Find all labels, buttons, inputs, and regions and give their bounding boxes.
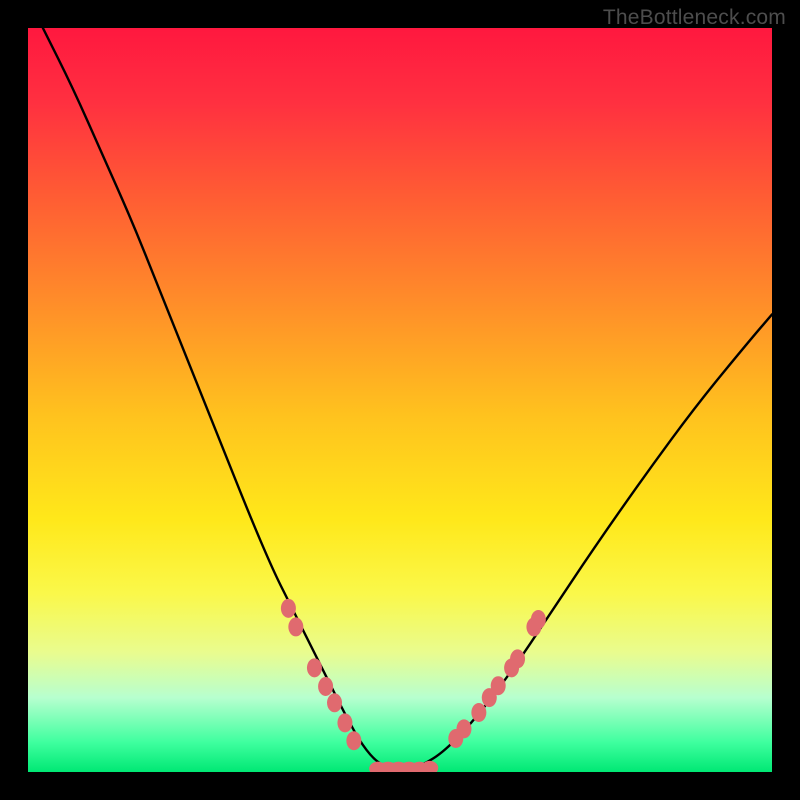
marker-right <box>491 676 506 695</box>
marker-right <box>456 719 471 738</box>
marker-left <box>327 693 342 712</box>
marker-left <box>318 677 333 696</box>
gradient-background <box>28 28 772 772</box>
marker-left <box>307 658 322 677</box>
watermark-text: TheBottleneck.com <box>603 6 786 30</box>
marker-right <box>510 649 525 668</box>
marker-right <box>531 610 546 629</box>
marker-left <box>288 617 303 636</box>
marker-right <box>471 703 486 722</box>
chart-plot-area <box>28 28 772 772</box>
chart-svg <box>28 28 772 772</box>
marker-left <box>346 731 361 750</box>
marker-left <box>337 713 352 732</box>
chart-frame: TheBottleneck.com <box>0 0 800 800</box>
marker-left <box>281 599 296 618</box>
